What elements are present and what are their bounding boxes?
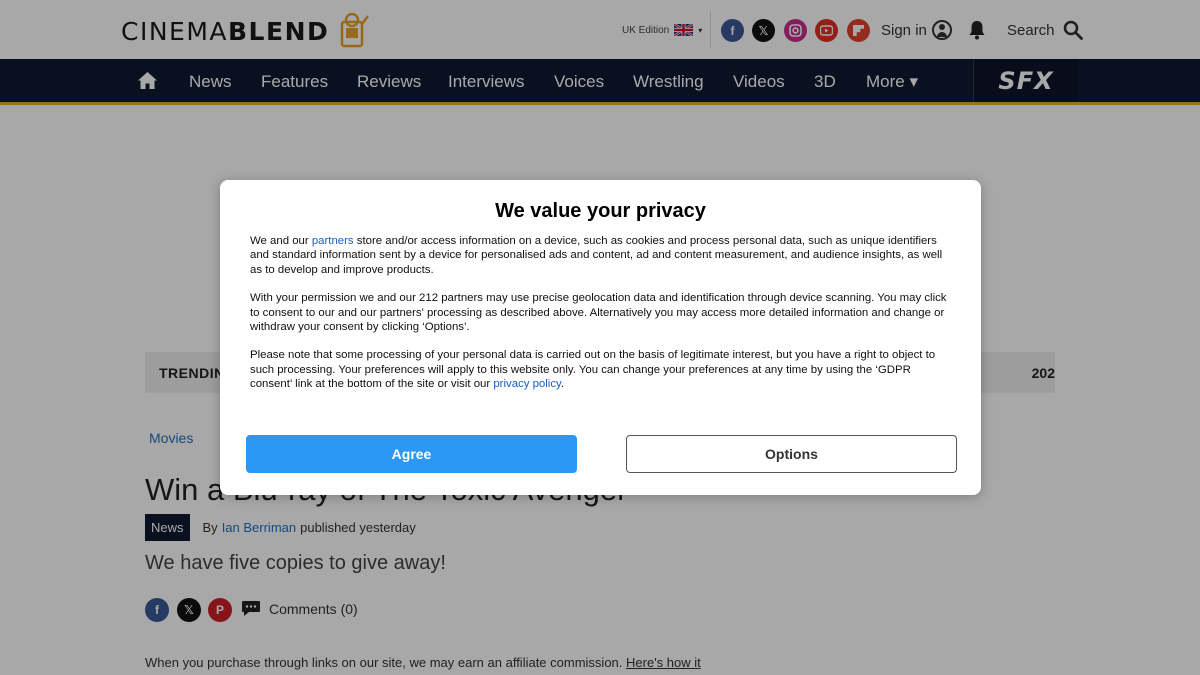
privacy-policy-link[interactable]: privacy policy	[493, 378, 561, 390]
agree-button[interactable]: Agree	[246, 435, 577, 473]
consent-paragraph-1: We and our partners store and/or access …	[250, 234, 955, 277]
consent-p3-text-a: Please note that some processing of your…	[250, 349, 936, 391]
dialog-title: We value your privacy	[495, 200, 706, 222]
consent-p1-text-a: We and our	[250, 235, 312, 247]
consent-p1-text-b: store and/or access information on a dev…	[250, 235, 943, 276]
consent-paragraph-3: Please note that some processing of your…	[250, 348, 955, 391]
dialog-body: We and our partners store and/or access …	[250, 234, 955, 406]
consent-paragraph-2: With your permission we and our 212 part…	[250, 292, 947, 334]
options-button[interactable]: Options	[626, 435, 957, 473]
privacy-consent-dialog: We value your privacy We and our partner…	[220, 180, 981, 495]
consent-p3-text-b: .	[560, 378, 565, 391]
partners-link[interactable]: partners	[312, 235, 354, 247]
